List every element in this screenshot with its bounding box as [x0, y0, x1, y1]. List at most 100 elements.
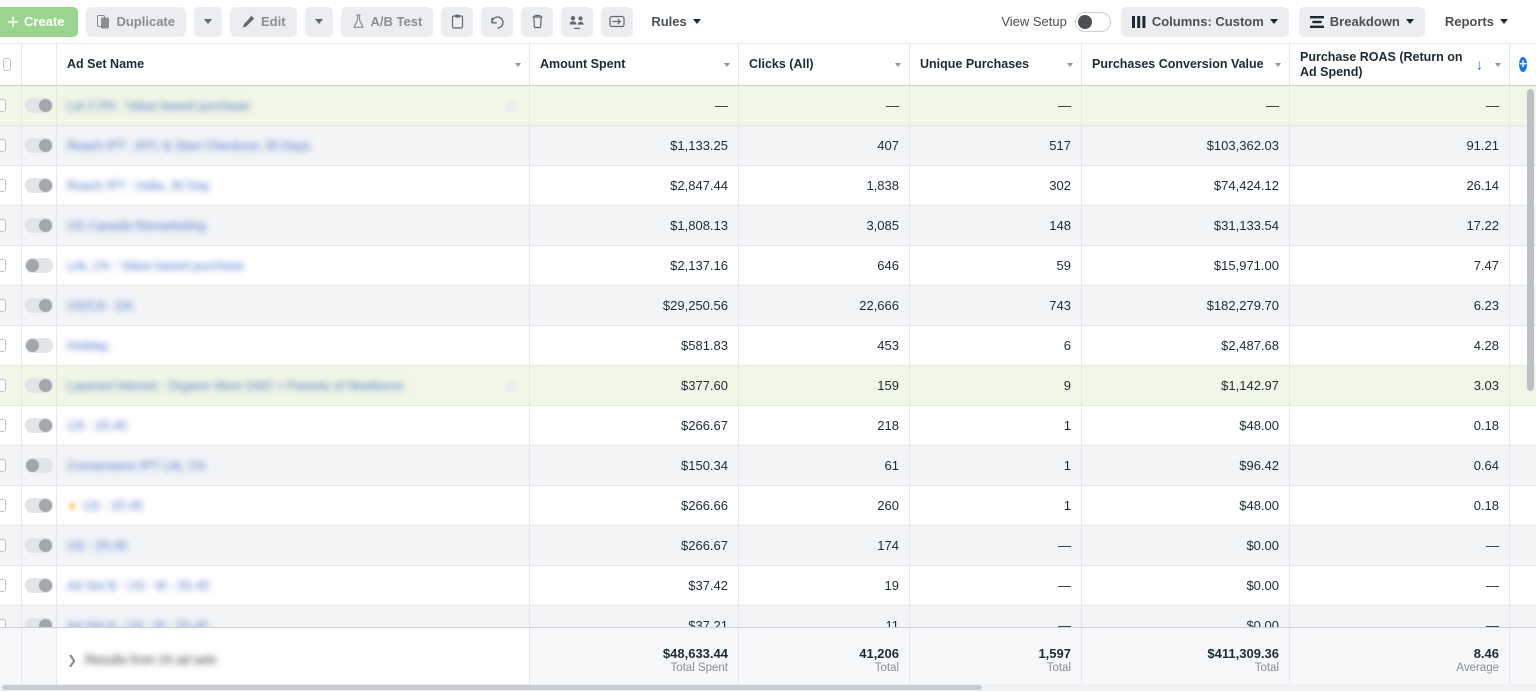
- row-status-toggle-cell[interactable]: [22, 446, 57, 485]
- ad-set-status-toggle[interactable]: [25, 258, 53, 273]
- vertical-scrollbar-thumb[interactable]: [1527, 89, 1534, 391]
- ad-set-status-toggle[interactable]: [25, 98, 53, 113]
- table-row[interactable]: Holiday $581.83 453 6 $2,487.68 4.28: [0, 326, 1536, 366]
- ad-set-status-toggle[interactable]: [25, 138, 53, 153]
- header-unique-purchases[interactable]: Unique Purchases: [910, 44, 1082, 85]
- table-row[interactable]: US Canada Remarketing $1,808.13 3,085 148 $3…: [0, 206, 1536, 246]
- delete-button[interactable]: [521, 6, 554, 37]
- ad-set-status-toggle[interactable]: [25, 458, 53, 473]
- ad-set-name-cell[interactable]: Reach IPT : India, 30 Day: [57, 166, 530, 205]
- ad-set-name-cell[interactable]: US - 25-45: [57, 526, 530, 565]
- ad-set-status-toggle[interactable]: [25, 378, 53, 393]
- row-checkbox[interactable]: [0, 139, 6, 152]
- ad-set-name-link[interactable]: LAL 1% : Value based purchase: [67, 259, 244, 273]
- row-checkbox-cell[interactable]: [0, 486, 22, 525]
- export-button[interactable]: [601, 6, 634, 37]
- row-checkbox-cell[interactable]: [0, 126, 22, 165]
- row-checkbox[interactable]: [0, 579, 6, 592]
- row-checkbox-cell[interactable]: [0, 286, 22, 325]
- row-status-toggle-cell[interactable]: [22, 286, 57, 325]
- chevron-down-icon[interactable]: [724, 62, 730, 67]
- row-checkbox-cell[interactable]: [0, 326, 22, 365]
- view-setup-control[interactable]: View Setup: [1001, 11, 1111, 32]
- horizontal-scrollbar-thumb[interactable]: [2, 685, 982, 690]
- chevron-down-icon[interactable]: [1067, 62, 1073, 67]
- ad-set-name-cell[interactable]: ★ US - 25-45: [57, 486, 530, 525]
- row-checkbox[interactable]: [0, 99, 6, 112]
- row-checkbox[interactable]: [0, 419, 6, 432]
- row-checkbox-cell[interactable]: [0, 446, 22, 485]
- vertical-scrollbar-track[interactable]: [1525, 86, 1536, 626]
- table-row[interactable]: Lal 2 0% : Value based purchase — — — — —: [0, 86, 1536, 126]
- ad-set-name-link[interactable]: Conversions IPT LAL 1%: [67, 459, 206, 473]
- ad-set-name-link[interactable]: Holiday: [67, 339, 109, 353]
- create-button[interactable]: Create: [0, 6, 79, 37]
- ad-set-name-link[interactable]: Layered Interest : Organic Mom DAD + Par…: [67, 379, 404, 393]
- ad-set-status-toggle[interactable]: [25, 498, 53, 513]
- row-checkbox[interactable]: [0, 459, 6, 472]
- duplicate-button[interactable]: Duplicate: [86, 6, 186, 37]
- ad-set-name-link[interactable]: US - 25-45: [83, 499, 143, 513]
- horizontal-scrollbar-track[interactable]: [0, 684, 1536, 691]
- table-row[interactable]: Reach IPT : ATC & Start Checkout, 30 Day…: [0, 126, 1536, 166]
- header-amount-spent[interactable]: Amount Spent: [530, 44, 739, 85]
- revert-button[interactable]: [481, 6, 514, 37]
- add-column-icon[interactable]: +: [1519, 57, 1527, 72]
- table-row[interactable]: US - 25-45 $266.67 218 1 $48.00 0.18: [0, 406, 1536, 446]
- row-checkbox[interactable]: [0, 219, 6, 232]
- row-checkbox[interactable]: [0, 259, 6, 272]
- ad-set-name-link[interactable]: Reach IPT : ATC & Start Checkout, 30 Day…: [67, 139, 310, 153]
- header-clicks-all[interactable]: Clicks (All): [739, 44, 910, 85]
- rules-button[interactable]: Rules: [641, 7, 710, 37]
- ad-set-status-toggle[interactable]: [25, 338, 53, 353]
- ad-set-status-toggle[interactable]: [25, 298, 53, 313]
- chevron-down-icon[interactable]: [895, 62, 901, 67]
- edit-dropdown-button[interactable]: [304, 6, 333, 37]
- row-status-toggle-cell[interactable]: [22, 406, 57, 445]
- header-add-column-cell[interactable]: +: [1510, 44, 1536, 85]
- ad-set-name-link[interactable]: US - 25-45: [67, 539, 127, 553]
- sort-descending-icon[interactable]: ↓: [1476, 57, 1484, 72]
- row-checkbox[interactable]: [0, 499, 6, 512]
- ad-set-status-toggle[interactable]: [25, 538, 53, 553]
- row-status-toggle-cell[interactable]: [22, 126, 57, 165]
- ad-set-name-cell[interactable]: US/CA - DA: [57, 286, 530, 325]
- row-status-toggle-cell[interactable]: [22, 526, 57, 565]
- ad-set-name-link[interactable]: Reach IPT : India, 30 Day: [67, 179, 210, 193]
- row-checkbox[interactable]: [0, 379, 6, 392]
- header-ad-set-name[interactable]: Ad Set Name: [57, 44, 530, 85]
- ad-set-name-cell[interactable]: US Canada Remarketing: [57, 206, 530, 245]
- table-row[interactable]: US - 25-45 $266.67 174— $0.00—: [0, 526, 1536, 566]
- chevron-down-icon[interactable]: [1495, 62, 1501, 67]
- table-row[interactable]: US/CA - DA $29,250.56 22,666 743 $182,279.70…: [0, 286, 1536, 326]
- ad-set-name-cell[interactable]: Layered Interest : Organic Mom DAD + Par…: [57, 366, 530, 405]
- row-status-toggle-cell[interactable]: [22, 206, 57, 245]
- row-status-toggle-cell[interactable]: [22, 86, 57, 125]
- header-purchase-roas[interactable]: Purchase ROAS (Return on Ad Spend) ↓: [1290, 44, 1510, 85]
- row-checkbox-cell[interactable]: [0, 526, 22, 565]
- row-checkbox[interactable]: [0, 539, 6, 552]
- row-checkbox[interactable]: [0, 179, 6, 192]
- ad-set-name-link[interactable]: US Canada Remarketing: [67, 219, 206, 233]
- reports-button[interactable]: Reports: [1435, 7, 1518, 37]
- footer-results-summary[interactable]: ❯ Results from 24 ad sets: [57, 628, 530, 691]
- select-all-checkbox[interactable]: [3, 58, 11, 71]
- ad-set-name-cell[interactable]: Ad Set B - US - M - 25-45: [57, 566, 530, 605]
- ad-set-name-cell[interactable]: US - 25-45: [57, 406, 530, 445]
- row-status-toggle-cell[interactable]: [22, 326, 57, 365]
- ad-set-name-link[interactable]: Ad Set B - US - M - 25-45: [67, 579, 209, 593]
- duplicate-dropdown-button[interactable]: [193, 6, 222, 37]
- ad-set-status-toggle[interactable]: [25, 578, 53, 593]
- table-row[interactable]: Ad Set B - US - M - 25-45 $37.42 19— $0.00—: [0, 566, 1536, 606]
- ad-set-status-toggle[interactable]: [25, 178, 53, 193]
- table-row[interactable]: Conversions IPT LAL 1% $150.34 61 1 $96.42 0.…: [0, 446, 1536, 486]
- chevron-down-icon[interactable]: [1275, 62, 1281, 67]
- ad-set-name-cell[interactable]: Conversions IPT LAL 1%: [57, 446, 530, 485]
- row-checkbox[interactable]: [0, 299, 6, 312]
- row-checkbox-cell[interactable]: [0, 566, 22, 605]
- view-setup-toggle[interactable]: [1074, 11, 1111, 32]
- row-info-icon[interactable]: [505, 99, 517, 112]
- ad-set-name-link[interactable]: Lal 2 0% : Value based purchase: [67, 99, 250, 113]
- ad-set-status-toggle[interactable]: [25, 418, 53, 433]
- row-status-toggle-cell[interactable]: [22, 246, 57, 285]
